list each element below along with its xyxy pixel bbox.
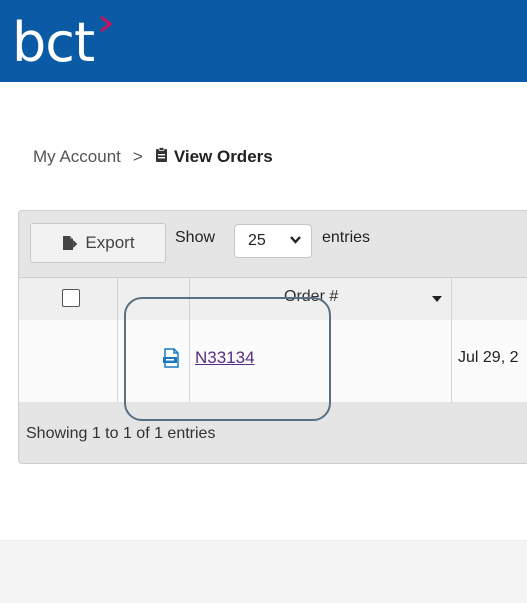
column-divider [117, 278, 118, 320]
annotation-highlight [124, 297, 331, 421]
brand-logo[interactable]: bct [12, 16, 95, 76]
page-size-select[interactable]: 25 [234, 224, 312, 258]
breadcrumb: My Account > View Orders [33, 146, 273, 168]
breadcrumb-my-account[interactable]: My Account [33, 147, 121, 167]
table-info: Showing 1 to 1 of 1 entries [26, 425, 216, 442]
breadcrumb-view-orders: View Orders [173, 147, 273, 166]
page-footer [0, 540, 527, 603]
select-all-checkbox[interactable] [62, 289, 80, 307]
column-divider [451, 320, 452, 402]
table-toolbar: Export Show 25 entries [19, 211, 527, 277]
clipboard-icon [155, 146, 168, 168]
entries-label: entries [322, 229, 371, 246]
column-divider [117, 320, 118, 402]
export-icon [63, 236, 78, 250]
breadcrumb-separator: > [132, 147, 143, 166]
top-header: bct [0, 0, 527, 82]
export-button[interactable]: Export [30, 223, 166, 263]
column-divider [451, 278, 452, 320]
sort-caret-icon[interactable] [432, 296, 442, 302]
logo-accent-icon [100, 16, 112, 32]
show-label: Show [175, 229, 216, 246]
export-label: Export [85, 233, 135, 252]
chevron-down-icon [290, 236, 301, 244]
page-size-value: 25 [248, 232, 266, 249]
order-date: Jul 29, 2 [458, 349, 519, 366]
